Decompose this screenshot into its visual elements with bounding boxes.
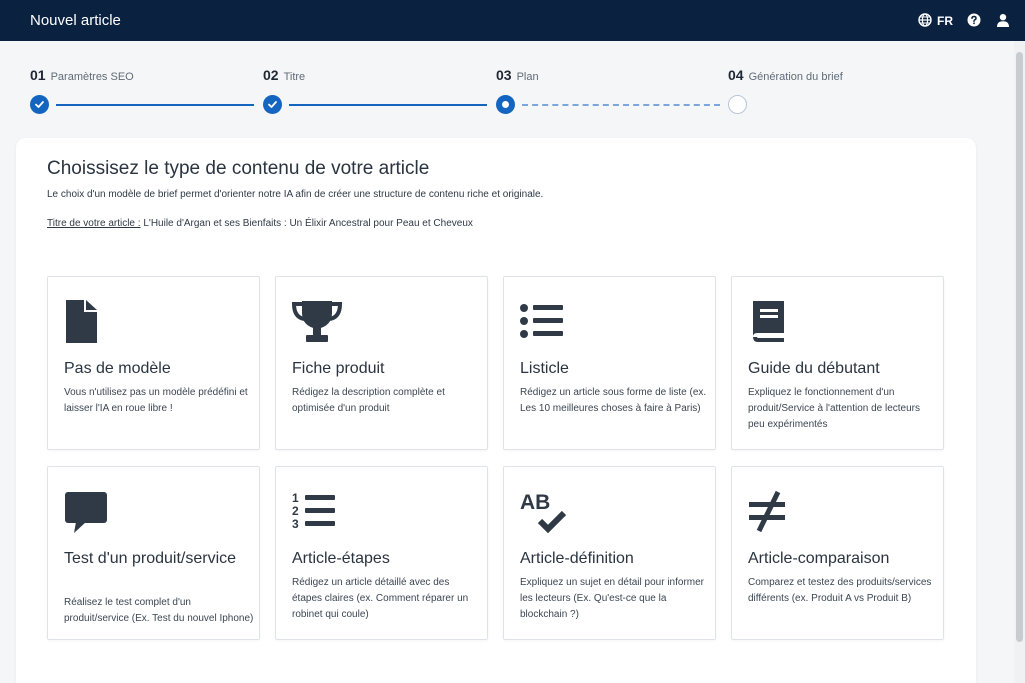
card-description: Réalisez le test complet d'un produit/se… xyxy=(64,597,254,624)
content-type-panel: Choissisez le type de contenu de votre a… xyxy=(16,138,976,683)
step-title[interactable]: 02 Titre xyxy=(263,67,305,83)
svg-text:AB: AB xyxy=(520,491,550,514)
card-description: Rédigez un article détaillé avec des éta… xyxy=(292,577,469,620)
step-label: Génération du brief xyxy=(748,71,843,83)
svg-text:2: 2 xyxy=(292,504,299,518)
card-description: Rédigez la description complète et optim… xyxy=(292,387,445,414)
card-definition-article[interactable]: AB Article-définition Expliquez un sujet… xyxy=(503,466,716,640)
help-icon[interactable] xyxy=(967,13,982,28)
step-number: 03 xyxy=(496,67,512,83)
language-label: FR xyxy=(937,13,953,28)
step-done-check-icon xyxy=(263,95,282,114)
card-listicle[interactable]: Listicle Rédigez un article sous forme d… xyxy=(503,276,716,450)
card-comparison-article[interactable]: Article-comparaison Comparez et testez d… xyxy=(731,466,944,640)
section-title: Choissisez le type de contenu de votre a… xyxy=(47,158,430,179)
top-bar-actions: FR xyxy=(918,13,1011,28)
step-number: 02 xyxy=(263,67,279,83)
step-plan[interactable]: 03 Plan xyxy=(496,67,539,83)
top-bar: Nouvel article FR xyxy=(0,0,1025,41)
card-title: Listicle xyxy=(520,360,569,377)
svg-text:3: 3 xyxy=(292,517,299,531)
card-beginner-guide[interactable]: Guide du débutant Expliquez le fonctionn… xyxy=(731,276,944,450)
step-label: Paramètres SEO xyxy=(50,71,134,83)
section-description: Le choix d'un modèle de brief permet d'o… xyxy=(47,189,544,200)
language-selector[interactable]: FR xyxy=(918,13,953,28)
step-label: Titre xyxy=(283,71,306,83)
book-icon xyxy=(748,299,794,345)
list-icon xyxy=(520,299,566,345)
step-brief-generation[interactable]: 04 Génération du brief xyxy=(728,67,843,83)
user-icon[interactable] xyxy=(996,13,1011,28)
card-title: Fiche produit xyxy=(292,360,385,377)
article-title-line: Titre de votre article : L'Huile d'Argan… xyxy=(47,218,473,229)
step-seo-parameters[interactable]: 01 Paramètres SEO xyxy=(30,67,134,83)
step-connector xyxy=(289,104,487,106)
card-description: Comparez et testez des produits/services… xyxy=(748,577,932,604)
card-title: Test d'un produit/service xyxy=(64,550,237,567)
step-done-check-icon xyxy=(30,95,49,114)
svg-text:1: 1 xyxy=(292,491,299,505)
spell-check-icon: AB xyxy=(520,489,567,535)
step-number: 01 xyxy=(30,67,46,83)
card-description: Vous n'utilisez pas un modèle prédéfini … xyxy=(64,387,248,414)
step-connector-pending xyxy=(522,104,720,106)
card-description: Expliquez le fonctionnement d'un produit… xyxy=(748,387,921,430)
card-step-article[interactable]: 123 Article-étapes Rédigez un article dé… xyxy=(275,466,488,640)
card-product-sheet[interactable]: Fiche produit Rédigez la description com… xyxy=(275,276,488,450)
card-description: Expliquez un sujet en détail pour inform… xyxy=(520,577,704,620)
card-product-review[interactable]: Test d'un produit/service Réalisez le te… xyxy=(47,466,260,640)
card-title: Article-définition xyxy=(520,550,634,567)
scrollbar-thumb[interactable] xyxy=(1016,52,1023,642)
article-title-label: Titre de votre article : xyxy=(47,218,141,229)
card-title: Guide du débutant xyxy=(748,360,880,377)
step-number: 04 xyxy=(728,67,744,83)
card-title: Pas de modèle xyxy=(64,360,171,377)
card-no-template[interactable]: Pas de modèle Vous n'utilisez pas un mod… xyxy=(47,276,260,450)
step-pending-circle-icon xyxy=(728,95,747,114)
card-title: Article-comparaison xyxy=(748,550,890,567)
step-current-dot-icon xyxy=(496,95,515,114)
globe-icon xyxy=(918,13,933,28)
article-title-value: L'Huile d'Argan et ses Bienfaits : Un Él… xyxy=(143,218,473,229)
not-equal-icon xyxy=(748,489,794,535)
comment-icon xyxy=(64,489,110,535)
progress-stepper: 01 Paramètres SEO 02 Titre 03 Plan 04 Généra… xyxy=(30,67,843,117)
step-connector xyxy=(56,104,254,106)
file-icon xyxy=(64,299,110,345)
trophy-icon xyxy=(291,299,343,345)
ordered-list-icon: 123 xyxy=(292,489,338,535)
page-title: Nouvel article xyxy=(30,12,121,29)
card-description: Rédigez un article sous forme de liste (… xyxy=(520,387,707,414)
step-label: Plan xyxy=(516,71,539,83)
card-title: Article-étapes xyxy=(292,550,390,567)
